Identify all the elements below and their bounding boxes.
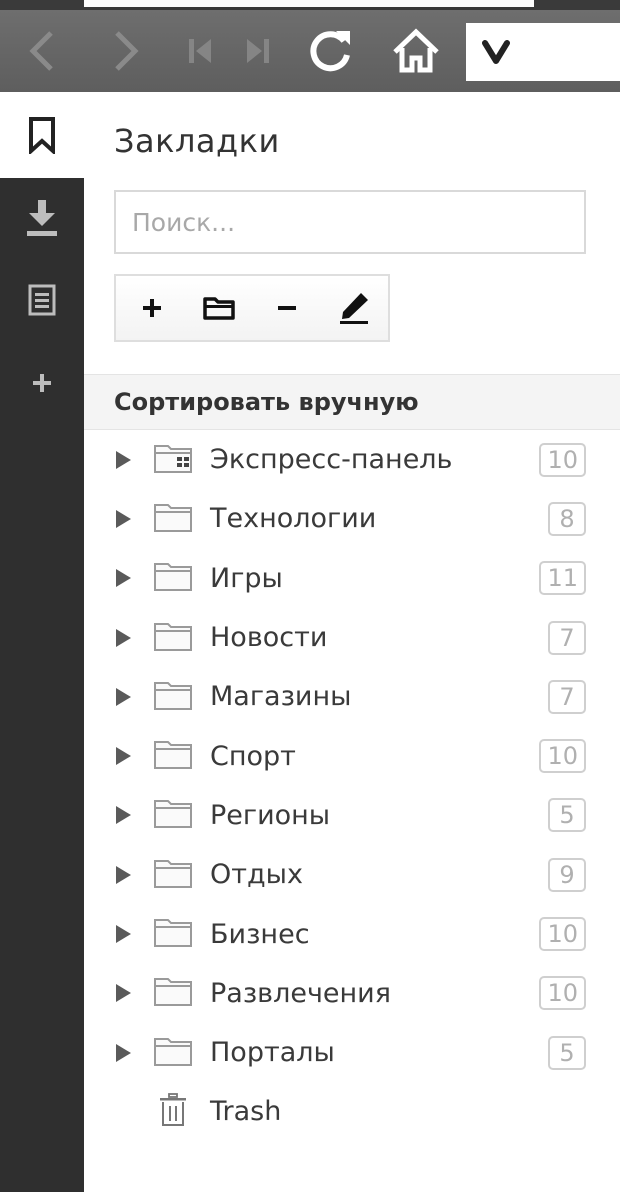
folder-count-badge: 7 <box>548 679 586 714</box>
folder-count-badge: 11 <box>539 561 586 596</box>
trash-icon <box>158 1093 188 1131</box>
folder-icon <box>153 1035 193 1071</box>
reload-icon <box>310 31 350 72</box>
downloads-panel-button[interactable] <box>0 190 84 246</box>
skip-back-icon <box>189 39 211 63</box>
folder-label: Развлечения <box>210 977 391 1009</box>
expand-arrow-icon[interactable] <box>116 806 131 825</box>
folder-icon <box>203 297 235 320</box>
edit-icon <box>340 293 369 324</box>
folder-count-badge: 5 <box>548 798 586 833</box>
bookmark-folder-row[interactable]: Экспресс-панель 10 <box>84 430 620 489</box>
bookmark-folder-row[interactable]: Регионы 5 <box>84 786 620 845</box>
folder-label: Игры <box>210 562 283 594</box>
folder-label: Экспресс-панель <box>210 444 453 476</box>
notes-panel-button[interactable] <box>0 272 84 328</box>
expand-arrow-icon[interactable] <box>116 450 131 469</box>
expand-arrow-icon[interactable] <box>116 569 131 588</box>
side-panel-bar <box>0 92 84 1192</box>
bookmark-folder-row[interactable]: Магазины 7 <box>84 667 620 726</box>
edit-bookmark-button[interactable] <box>321 276 389 340</box>
folder-icon <box>153 916 193 952</box>
folder-label: Отдых <box>210 859 303 891</box>
bookmark-actions-toolbar <box>114 274 390 342</box>
reload-button[interactable] <box>298 10 362 92</box>
folder-icon <box>153 501 193 537</box>
bookmark-folder-row[interactable]: Игры 11 <box>84 549 620 608</box>
folder-count-badge: 10 <box>539 976 586 1011</box>
new-folder-button[interactable] <box>186 276 254 340</box>
notes-icon <box>28 284 56 316</box>
folder-count-badge: 7 <box>548 620 586 655</box>
expand-arrow-icon[interactable] <box>116 1043 131 1062</box>
address-field[interactable] <box>466 23 620 81</box>
trash-row[interactable]: Trash <box>84 1082 620 1141</box>
folder-label: Спорт <box>210 740 296 772</box>
plus-icon <box>33 374 51 392</box>
bookmarks-panel-button[interactable] <box>0 92 84 178</box>
bookmark-folder-row[interactable]: Новости 7 <box>84 608 620 667</box>
folder-icon <box>153 560 193 596</box>
bookmark-folder-row[interactable]: Бизнес 10 <box>84 904 620 963</box>
folder-label: Магазины <box>210 681 352 713</box>
folder-label: Порталы <box>210 1037 335 1069</box>
add-bookmark-button[interactable] <box>118 276 186 340</box>
home-icon <box>393 28 439 73</box>
chevron-right-icon <box>115 31 139 71</box>
home-button[interactable] <box>384 10 448 92</box>
chevron-left-icon <box>29 31 53 71</box>
folder-icon <box>153 679 193 715</box>
forward-button[interactable] <box>98 10 154 92</box>
expand-arrow-icon[interactable] <box>116 687 131 706</box>
sort-mode-selector[interactable]: Сортировать вручную <box>84 374 620 430</box>
skip-forward-icon <box>247 39 269 63</box>
folder-icon <box>153 797 193 833</box>
bookmark-folder-row[interactable]: Отдых 9 <box>84 845 620 904</box>
expand-arrow-icon[interactable] <box>116 628 131 647</box>
expand-arrow-icon[interactable] <box>116 747 131 766</box>
navigation-toolbar <box>0 10 620 92</box>
folder-icon <box>153 738 193 774</box>
bookmark-tree: Экспресс-панель 10 Технологии 8 Игры 11 Новост… <box>84 430 620 1142</box>
fastforward-button[interactable] <box>236 10 280 92</box>
bookmark-folder-row[interactable]: Спорт 10 <box>84 726 620 785</box>
folder-count-badge: 9 <box>548 857 586 892</box>
folder-count-badge: 8 <box>548 501 586 536</box>
expand-arrow-icon[interactable] <box>116 509 131 528</box>
bookmark-folder-row[interactable]: Развлечения 10 <box>84 964 620 1023</box>
bookmark-folder-row[interactable]: Технологии 8 <box>84 489 620 548</box>
folder-count-badge: 10 <box>539 739 586 774</box>
download-icon <box>27 200 57 236</box>
add-icon <box>142 299 161 317</box>
expand-arrow-icon[interactable] <box>116 984 131 1003</box>
bookmark-icon <box>29 117 55 154</box>
folder-label: Новости <box>210 622 328 654</box>
sort-mode-label: Сортировать вручную <box>114 388 419 416</box>
panel-title: Закладки <box>114 122 280 160</box>
minus-icon <box>277 306 296 310</box>
folder-label: Бизнес <box>210 918 310 950</box>
speed-dial-folder-icon <box>153 442 195 478</box>
bookmarks-panel: Закладки Сортировать в <box>84 92 620 1192</box>
folder-icon <box>153 620 193 656</box>
bookmark-search-input[interactable] <box>114 190 586 254</box>
folder-label: Технологии <box>210 503 377 535</box>
expand-arrow-icon[interactable] <box>116 925 131 944</box>
folder-count-badge: 10 <box>539 442 586 477</box>
expand-arrow-icon[interactable] <box>116 865 131 884</box>
folder-icon <box>153 975 193 1011</box>
tab-strip <box>0 0 620 10</box>
active-tab-edge <box>84 0 534 7</box>
delete-bookmark-button[interactable] <box>253 276 321 340</box>
folder-icon <box>153 857 193 893</box>
folder-count-badge: 10 <box>539 917 586 952</box>
bookmark-folder-row[interactable]: Порталы 5 <box>84 1023 620 1082</box>
back-button[interactable] <box>14 10 70 92</box>
add-panel-button[interactable] <box>0 358 84 408</box>
trash-label: Trash <box>210 1096 282 1128</box>
rewind-button[interactable] <box>178 10 222 92</box>
folder-count-badge: 5 <box>548 1035 586 1070</box>
folder-label: Регионы <box>210 799 331 831</box>
vivaldi-logo <box>482 40 510 64</box>
